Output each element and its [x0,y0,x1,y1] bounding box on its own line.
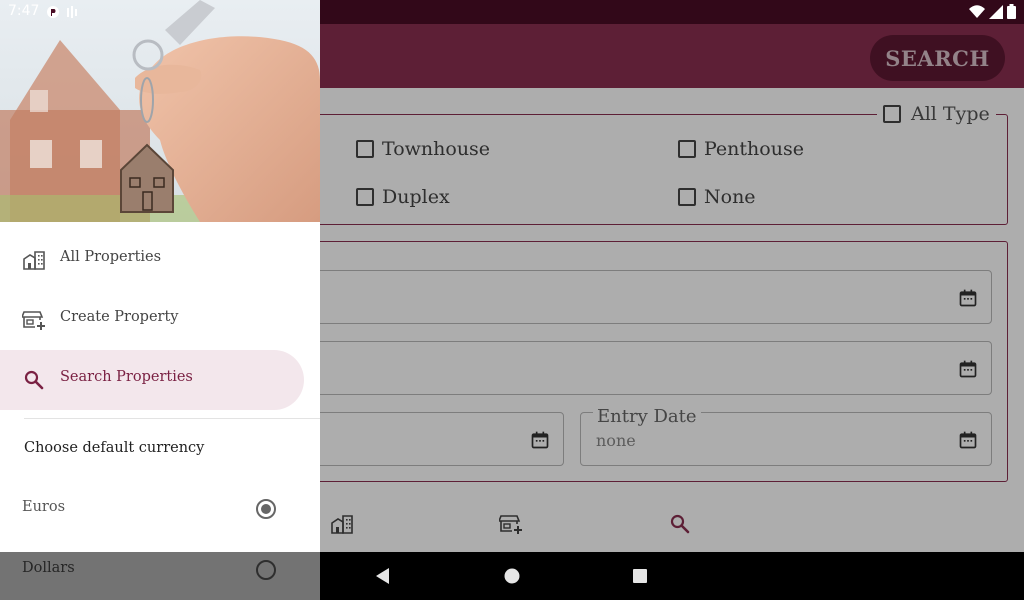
wifi-icon [969,4,985,18]
home-icon[interactable] [503,567,521,585]
currency-option-euros[interactable]: Euros [0,479,320,539]
drawer-item-label: All Properties [60,249,162,265]
currency-label: Dollars [22,560,75,576]
building-icon [23,251,45,270]
signal-activity-icon [67,6,77,18]
app-notification-icon [47,6,59,18]
drawer-item-create-property[interactable]: Create Property [0,290,304,350]
drawer-item-label: Create Property [60,309,179,325]
currency-radio[interactable] [256,560,276,580]
currency-label: Euros [22,499,66,515]
drawer-item-label: Search Properties [60,369,193,385]
cell-signal-icon [989,4,1003,19]
status-notification-icons [46,5,80,19]
status-system-icons [969,4,1016,19]
drawer-divider [24,418,320,419]
currency-option-dollars[interactable]: Dollars [0,540,320,600]
drawer-item-search-properties[interactable]: Search Properties [0,350,304,410]
recents-icon[interactable] [632,568,648,584]
currency-radio-selected[interactable] [256,499,276,519]
search-icon [24,370,44,390]
navigation-drawer: All Properties Create Property Search Pr… [0,0,320,552]
currency-section-title: Choose default currency [24,440,205,456]
status-time: 7:47 [8,3,40,19]
back-icon[interactable] [374,567,392,585]
drawer-item-all-properties[interactable]: All Properties [0,230,304,290]
battery-icon [1007,4,1016,19]
add-store-icon [22,311,45,330]
drawer-header-image [0,0,320,222]
drawer-overflow-area: Dollars [0,552,320,600]
